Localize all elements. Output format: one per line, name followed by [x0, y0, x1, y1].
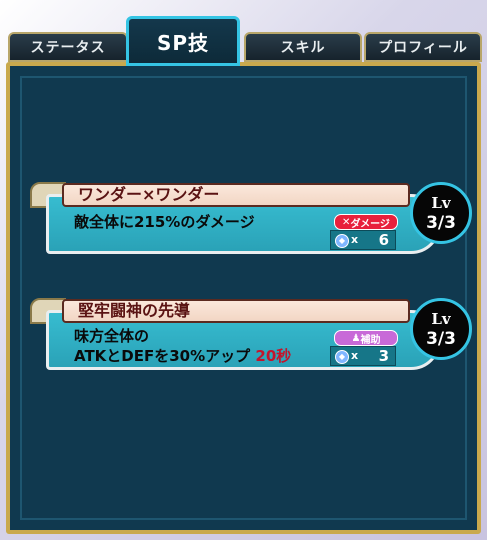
skill-description: 敵全体に215%のダメージ: [74, 212, 255, 232]
sp-skill-panel: ワンダー×ワンダー 敵全体に215%のダメージ ✕ ダメージ ◆ x 6 Lv …: [6, 62, 481, 534]
tab-sp-skill[interactable]: SP技: [126, 16, 240, 66]
tab-skill[interactable]: スキル: [244, 32, 362, 62]
skill-effect-text: ATKとDEFを30%アップ: [74, 347, 251, 365]
skill-description-line2: ATKとDEFを30%アップ 20秒: [74, 346, 291, 366]
skill-name: ワンダー×ワンダー: [62, 183, 410, 207]
cost-prefix: x: [351, 349, 359, 362]
tab-profile-label: プロフィール: [378, 40, 468, 56]
level-value: 3/3: [426, 329, 456, 349]
category-label: 補助: [360, 334, 381, 346]
sp-gem-icon: ◆: [335, 350, 349, 364]
skill-duration: 20秒: [255, 347, 292, 365]
sp-cost: ◆ x 3: [330, 346, 396, 366]
tab-status[interactable]: ステータス: [8, 32, 128, 62]
support-badge: ♟ 補助: [334, 330, 398, 346]
sword-icon: ✕: [342, 216, 351, 228]
skill-description-line1: 敵全体に215%のダメージ: [74, 213, 255, 231]
tab-status-label: ステータス: [30, 40, 106, 56]
damage-badge: ✕ ダメージ: [334, 214, 398, 230]
skill-name: 堅牢闘神の先導: [62, 299, 410, 323]
cost-prefix: x: [351, 233, 359, 246]
category-label: ダメージ: [350, 218, 390, 230]
level-circle: Lv 3/3: [410, 182, 472, 244]
level-label: Lv: [431, 310, 451, 328]
sp-gem-icon: ◆: [335, 234, 349, 248]
skill-description-line1: 味方全体の: [74, 327, 150, 345]
level-value: 3/3: [426, 213, 456, 233]
level-circle: Lv 3/3: [410, 298, 472, 360]
skill-description: 味方全体の ATKとDEFを30%アップ 20秒: [74, 326, 291, 366]
tab-profile[interactable]: プロフィール: [364, 32, 482, 62]
sp-cost: ◆ x 6: [330, 230, 396, 250]
level-label: Lv: [431, 194, 451, 212]
tab-skill-label: スキル: [280, 40, 326, 56]
skill-card-2[interactable]: 堅牢闘神の先導 味方全体の ATKとDEFを30%アップ 20秒 ♟ 補助 ◆ …: [30, 296, 472, 374]
skill-card-1[interactable]: ワンダー×ワンダー 敵全体に215%のダメージ ✕ ダメージ ◆ x 6 Lv …: [30, 180, 472, 258]
cost-value: 6: [378, 231, 389, 249]
cost-value: 3: [378, 347, 389, 365]
tab-sp-skill-label: SP技: [156, 30, 210, 55]
